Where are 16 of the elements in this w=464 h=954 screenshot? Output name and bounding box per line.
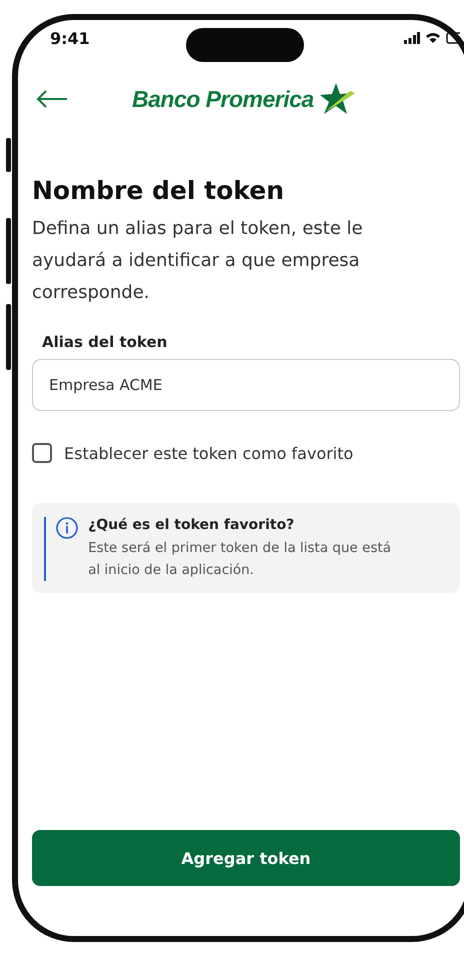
favorite-checkbox[interactable] [32, 443, 52, 463]
info-text: Este será el primer token de la lista que está al inicio de la aplicación. [88, 539, 392, 580]
add-token-button[interactable]: Agregar token [32, 830, 460, 886]
description-text: Defina un alias para el token, este le ayudará a identificar a que empresa corresponde. [32, 217, 364, 305]
checkbox-label: Establecer este token como favorito [64, 444, 354, 462]
brand-logo-text: Banco Promerica [132, 86, 314, 112]
status-time: 9:41 [50, 28, 90, 48]
info-icon [56, 517, 78, 539]
wifi-icon [425, 32, 441, 44]
page-title: Nombre del token [32, 176, 285, 205]
signal-icon [404, 32, 420, 44]
star-logo-icon [320, 83, 356, 115]
back-arrow-icon[interactable] [36, 89, 68, 109]
field-label: Alias del token [42, 333, 168, 351]
alias-input-field[interactable]: Empresa ACME [32, 359, 460, 411]
info-title: ¿Qué es el token favorito? [88, 517, 296, 533]
